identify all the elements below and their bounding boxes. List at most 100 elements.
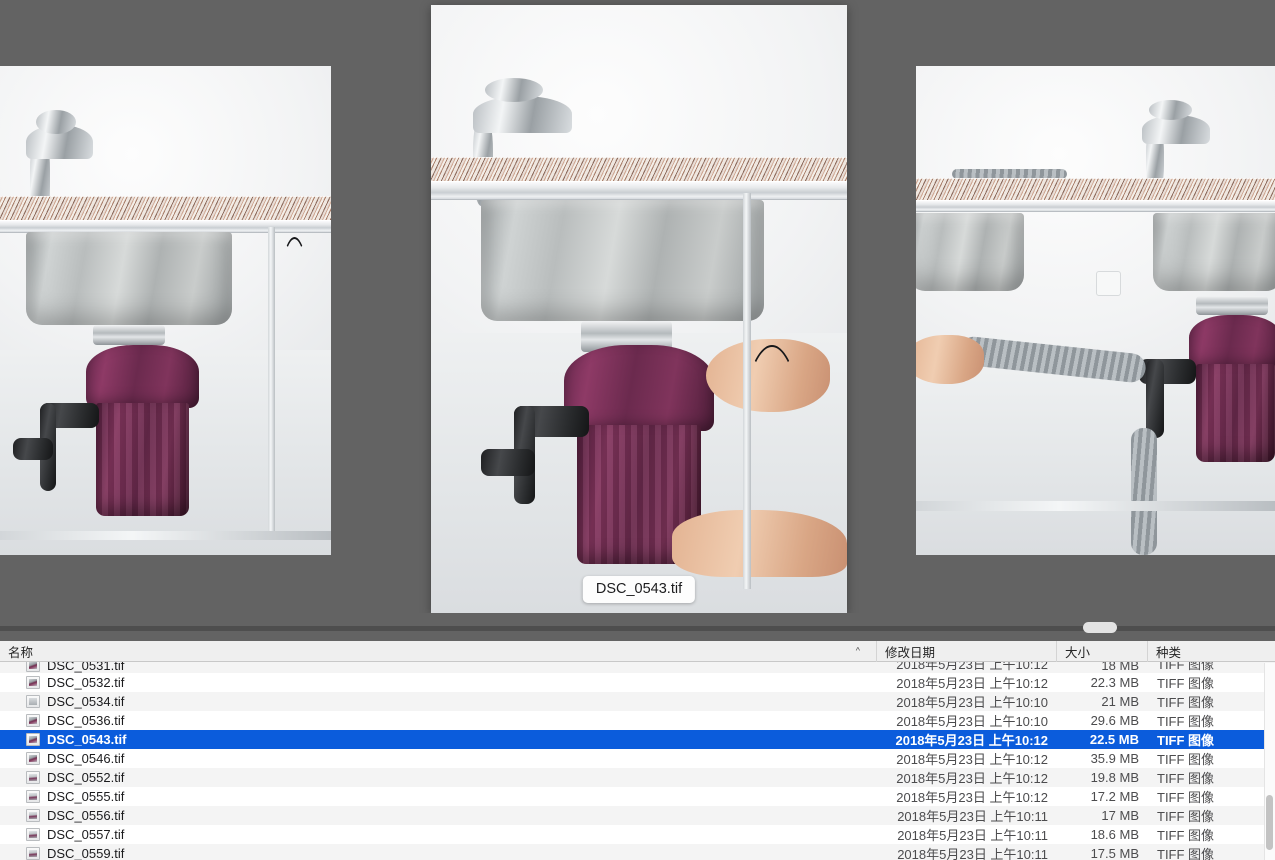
stand-rail-bottom bbox=[916, 501, 1275, 511]
stand-rail-bottom bbox=[0, 530, 331, 541]
column-header-name[interactable]: 名称 ^ bbox=[0, 641, 877, 662]
column-header-row: 名称 ^ 修改日期 大小 种类 bbox=[0, 641, 1275, 662]
file-rows: DSC_0531.tif 2018年5月23日 上午10:12 18 MB TIFF … bbox=[0, 662, 1275, 860]
cell-size: 35.9 MB bbox=[1090, 751, 1139, 766]
table-row[interactable]: DSC_0532.tif 2018年5月23日 上午10:12 22.3 MB TIF… bbox=[0, 673, 1275, 692]
file-name-label: DSC_0557.tif bbox=[47, 827, 125, 842]
cell-name: DSC_0552.tif bbox=[0, 770, 877, 785]
photo-thumbnail-landscape-icon bbox=[26, 847, 40, 860]
wall-outlet bbox=[1095, 271, 1121, 296]
column-header-size[interactable]: 大小 bbox=[1057, 641, 1148, 662]
cell-name: DSC_0534.tif bbox=[0, 694, 877, 709]
column-header-date[interactable]: 修改日期 bbox=[877, 641, 1057, 662]
cell-kind: TIFF 图像 bbox=[1157, 676, 1215, 691]
cell-date: 2018年5月23日 上午10:12 bbox=[895, 733, 1048, 748]
cell-size: 29.6 MB bbox=[1090, 713, 1139, 728]
photo-filename-label: DSC_0543.tif bbox=[582, 575, 696, 603]
file-name-label: DSC_0543.tif bbox=[47, 732, 127, 747]
column-header-date-label: 修改日期 bbox=[885, 645, 936, 660]
disposal-top bbox=[86, 344, 199, 409]
photo-thumbnail-portrait-icon bbox=[26, 733, 40, 746]
gallery-view: DSC_0543.tif bbox=[0, 0, 1275, 613]
cell-name: DSC_0531.tif bbox=[0, 662, 877, 673]
counter-edge-rail bbox=[916, 200, 1275, 213]
cell-kind: TIFF 图像 bbox=[1157, 828, 1215, 843]
cell-date: 2018年5月23日 上午10:12 bbox=[896, 752, 1048, 767]
sink-basin-right bbox=[1152, 212, 1275, 291]
cell-date: 2018年5月23日 上午10:11 bbox=[897, 847, 1048, 860]
cell-date: 2018年5月23日 上午10:10 bbox=[896, 695, 1048, 710]
hand-holding-hose bbox=[916, 334, 985, 384]
file-name-label: DSC_0552.tif bbox=[47, 770, 125, 785]
table-row[interactable]: DSC_0557.tif 2018年5月23日 上午10:11 18.6 MB TIF… bbox=[0, 825, 1275, 844]
counter-edge-rail bbox=[0, 220, 331, 233]
file-list-pane: 名称 ^ 修改日期 大小 种类 DSC_0531.tif 2018年5月23日 上… bbox=[0, 641, 1275, 860]
cell-size: 21 MB bbox=[1101, 694, 1139, 709]
cell-date: 2018年5月23日 上午10:11 bbox=[897, 828, 1048, 843]
photo-thumbnail-portrait-icon bbox=[26, 662, 40, 672]
cell-date: 2018年5月23日 上午10:12 bbox=[896, 676, 1048, 691]
table-row[interactable]: DSC_0555.tif 2018年5月23日 上午10:12 17.2 MB TIF… bbox=[0, 787, 1275, 806]
photo-scene-left bbox=[0, 66, 331, 555]
table-row[interactable]: DSC_0552.tif 2018年5月23日 上午10:12 19.8 MB TIF… bbox=[0, 768, 1275, 787]
table-row[interactable]: DSC_0543.tif 2018年5月23日 上午10:12 22.5 MB TIF… bbox=[0, 730, 1275, 749]
column-header-kind[interactable]: 种类 bbox=[1148, 641, 1275, 662]
cell-kind: TIFF 图像 bbox=[1157, 662, 1215, 672]
cell-size: 17.2 MB bbox=[1090, 789, 1139, 804]
cell-name: DSC_0559.tif bbox=[0, 846, 877, 860]
pane-splitter[interactable] bbox=[0, 613, 1275, 641]
file-name-label: DSC_0555.tif bbox=[47, 789, 125, 804]
file-name-label: DSC_0534.tif bbox=[47, 694, 125, 709]
disposal-body bbox=[95, 403, 189, 516]
gallery-photo-next[interactable] bbox=[916, 66, 1275, 555]
power-cable bbox=[738, 345, 806, 564]
table-row[interactable]: DSC_0536.tif 2018年5月23日 上午10:10 29.6 MB TIF… bbox=[0, 711, 1275, 730]
gallery-photo-selected[interactable]: DSC_0543.tif bbox=[431, 5, 847, 613]
cell-kind: TIFF 图像 bbox=[1157, 695, 1215, 710]
disposal-mount-collar bbox=[92, 325, 166, 345]
file-name-label: DSC_0556.tif bbox=[47, 808, 125, 823]
photo-thumbnail-landscape-icon bbox=[26, 809, 40, 822]
gallery-photo-previous[interactable] bbox=[0, 66, 331, 555]
disposal-top bbox=[1188, 315, 1275, 370]
cell-name: DSC_0556.tif bbox=[0, 808, 877, 823]
photo-scene-center bbox=[431, 5, 847, 613]
cell-size: 18 MB bbox=[1101, 662, 1139, 673]
cell-date: 2018年5月23日 上午10:10 bbox=[896, 714, 1048, 729]
countertop bbox=[431, 157, 847, 182]
flexible-drain-hose-lower bbox=[1131, 427, 1157, 555]
table-row[interactable]: DSC_0531.tif 2018年5月23日 上午10:12 18 MB TIFF … bbox=[0, 662, 1275, 673]
table-row[interactable]: DSC_0556.tif 2018年5月23日 上午10:11 17 MB TIFF … bbox=[0, 806, 1275, 825]
table-row[interactable]: DSC_0559.tif 2018年5月23日 上午10:11 17.5 MB TIF… bbox=[0, 844, 1275, 860]
faucet-spout bbox=[472, 96, 573, 133]
power-cable bbox=[278, 237, 312, 384]
cell-size: 22.5 MB bbox=[1089, 732, 1139, 747]
cell-date: 2018年5月23日 上午10:11 bbox=[897, 809, 1048, 824]
cell-name: DSC_0557.tif bbox=[0, 827, 877, 842]
cell-kind: TIFF 图像 bbox=[1157, 809, 1215, 824]
sort-ascending-icon[interactable]: ^ bbox=[856, 646, 860, 656]
drain-pipe-tee bbox=[13, 437, 53, 460]
photo-scene-right bbox=[916, 66, 1275, 555]
cell-name: DSC_0536.tif bbox=[0, 713, 877, 728]
cell-name: DSC_0555.tif bbox=[0, 789, 877, 804]
sink-basin bbox=[26, 232, 232, 326]
photo-thumbnail-landscape-icon bbox=[26, 790, 40, 803]
file-name-label: DSC_0546.tif bbox=[47, 751, 125, 766]
cell-size: 19.8 MB bbox=[1090, 770, 1139, 785]
file-name-label: DSC_0536.tif bbox=[47, 713, 125, 728]
photo-thumbnail-portrait-icon bbox=[26, 676, 40, 689]
file-name-label: DSC_0531.tif bbox=[47, 662, 125, 673]
vertical-scrollbar-thumb[interactable] bbox=[1266, 795, 1273, 850]
countertop bbox=[0, 195, 331, 221]
cell-kind: TIFF 图像 bbox=[1157, 847, 1215, 860]
file-name-label: DSC_0532.tif bbox=[47, 675, 125, 690]
table-row[interactable]: DSC_0546.tif 2018年5月23日 上午10:12 35.9 MB TIF… bbox=[0, 749, 1275, 768]
table-row[interactable]: DSC_0534.tif 2018年5月23日 上午10:10 21 MB TIFF … bbox=[0, 692, 1275, 711]
cell-kind: TIFF 图像 bbox=[1157, 714, 1215, 729]
vertical-scrollbar[interactable] bbox=[1264, 663, 1275, 860]
splitter-grip-handle[interactable] bbox=[1083, 622, 1117, 633]
column-header-name-label: 名称 bbox=[8, 645, 34, 660]
cell-name: DSC_0543.tif bbox=[0, 732, 877, 747]
column-header-size-label: 大小 bbox=[1065, 645, 1091, 660]
